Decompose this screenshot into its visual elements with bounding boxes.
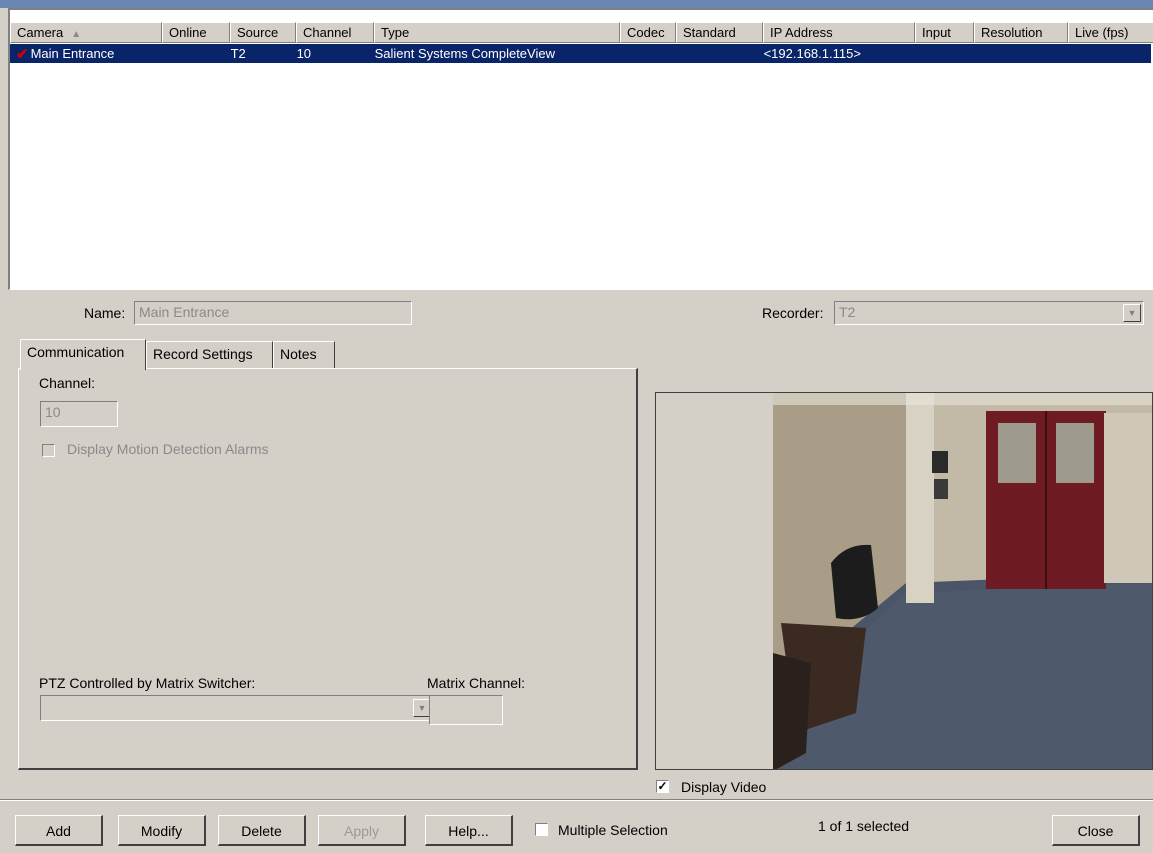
recorder-select[interactable]: T2 ▼ [834, 301, 1144, 325]
name-field[interactable]: Main Entrance [134, 301, 412, 325]
tab-record-settings[interactable]: Record Settings [146, 341, 273, 368]
display-video-checkbox[interactable]: ✓ [656, 780, 669, 793]
motion-alarms-checkbox[interactable] [42, 444, 55, 457]
tab-notes[interactable]: Notes [273, 341, 335, 368]
sort-up-icon: ▲ [71, 29, 82, 40]
chevron-down-icon[interactable]: ▼ [1123, 304, 1141, 322]
column-header-codec[interactable]: Codec [620, 22, 676, 43]
window-top-strip [0, 0, 1153, 8]
list-header: Camera ▲ Online Source Channel Type Codec… [10, 22, 1153, 43]
recorder-value: T2 [839, 304, 856, 320]
close-button[interactable]: Close [1052, 815, 1140, 846]
cell-source: T2 [230, 46, 246, 61]
column-header-camera[interactable]: Camera ▲ [10, 22, 162, 43]
column-header-live-fps[interactable]: Live (fps) [1068, 22, 1153, 43]
column-header-camera-label: Camera [17, 25, 64, 40]
column-header-resolution[interactable]: Resolution [974, 22, 1068, 43]
column-header-type[interactable]: Type [374, 22, 620, 43]
multiple-selection-checkbox[interactable] [535, 823, 548, 836]
delete-button[interactable]: Delete [218, 815, 306, 846]
video-preview [655, 392, 1153, 770]
communication-panel: Channel: 10 Display Motion Detection Ala… [18, 368, 638, 770]
column-header-online[interactable]: Online [162, 22, 230, 43]
apply-button[interactable]: Apply [318, 815, 406, 846]
column-header-ip-address[interactable]: IP Address [763, 22, 915, 43]
display-video-label: Display Video [681, 779, 767, 795]
matrix-channel-label: Matrix Channel: [427, 675, 526, 691]
column-header-channel[interactable]: Channel [296, 22, 374, 43]
camera-feed-image [656, 393, 1152, 769]
column-header-standard[interactable]: Standard [676, 22, 763, 43]
add-button[interactable]: Add [15, 815, 103, 846]
cell-ip-address: <192.168.1.115> [763, 46, 861, 61]
channel-field[interactable]: 10 [40, 401, 118, 427]
selection-status: 1 of 1 selected [818, 818, 910, 834]
modify-button[interactable]: Modify [118, 815, 206, 846]
ptz-select[interactable]: ▼ [40, 695, 434, 721]
footer-divider [0, 799, 1153, 801]
ptz-label: PTZ Controlled by Matrix Switcher: [39, 675, 256, 691]
checkmark-icon: ✓ [657, 779, 668, 793]
channel-label: Channel: [39, 375, 96, 391]
cell-camera: Main Entrance [30, 46, 115, 61]
cell-type: Salient Systems CompleteView [374, 46, 555, 61]
table-row[interactable]: ✔ Main Entrance T2 10 Salient Systems Co… [10, 44, 1151, 63]
column-header-source[interactable]: Source [230, 22, 296, 43]
cell-channel: 10 [296, 46, 312, 61]
red-check-icon: ✔ [16, 45, 29, 63]
help-button[interactable]: Help... [425, 815, 513, 846]
camera-list[interactable]: Camera ▲ Online Source Channel Type Codec… [8, 8, 1153, 290]
matrix-channel-field[interactable] [429, 695, 503, 725]
name-label: Name: [84, 305, 126, 321]
tab-communication[interactable]: Communication [20, 339, 146, 370]
column-header-input[interactable]: Input [915, 22, 974, 43]
motion-alarms-label: Display Motion Detection Alarms [67, 441, 269, 457]
recorder-label: Recorder: [762, 305, 824, 321]
multiple-selection-label: Multiple Selection [558, 822, 668, 838]
